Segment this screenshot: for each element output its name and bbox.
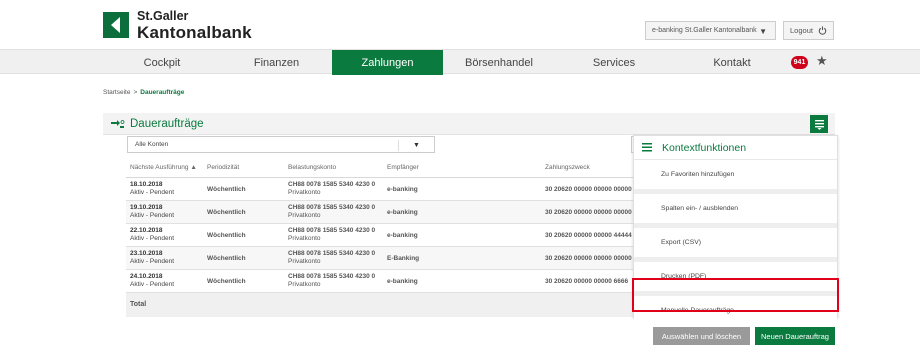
row-date-cell: 24.10.2018 Aktiv - Pendent <box>130 273 174 289</box>
account-type: Privatkonto <box>288 258 321 266</box>
account-number: CH88 0078 1585 5340 4230 0 <box>288 204 376 211</box>
page-title: Daueraufträge <box>130 118 204 130</box>
periodicity-cell: Wöchentlich <box>207 186 246 193</box>
logo-mark-icon <box>103 12 129 39</box>
row-date-cell: 23.10.2018 Aktiv - Pendent <box>130 250 174 266</box>
account-type: Privatkonto <box>288 281 321 289</box>
breadcrumb-home[interactable]: Startseite <box>103 89 130 96</box>
nav-item-boersenhandel[interactable]: Börsenhandel <box>443 50 555 75</box>
hamburger-icon <box>642 143 652 152</box>
status-text: Aktiv - Pendent <box>130 258 175 266</box>
context-menu-title: Kontextfunktionen <box>662 141 747 154</box>
account-number: CH88 0078 1585 5340 4230 0 <box>288 273 376 280</box>
menu-item-manual-standing-orders[interactable]: Manuelle Daueraufträge <box>634 296 837 325</box>
recipient-cell: e-banking <box>387 232 418 239</box>
column-header-periodicity[interactable]: Periodizität <box>207 164 239 171</box>
bank-logo[interactable]: St.Galler Kantonalbank <box>103 10 252 41</box>
row-date-cell: 22.10.2018 Aktiv - Pendent <box>130 227 174 243</box>
account-type: Privatkonto <box>288 189 321 197</box>
messages-badge[interactable]: 941 <box>791 56 808 69</box>
periodicity-cell: Wöchentlich <box>207 209 246 216</box>
breadcrumb-current: Daueraufträge <box>140 89 185 96</box>
main-nav: Cockpit Finanzen Zahlungen Börsenhandel … <box>0 49 920 75</box>
row-date-cell: 18.10.2018 Aktiv - Pendent <box>130 181 174 197</box>
recipient-cell: E-Banking <box>387 255 420 262</box>
ebanking-select[interactable]: e-banking St.Galler Kantonalbank ▼ <box>645 21 776 40</box>
purpose-cell: 30 20620 00000 00000 00000 <box>545 209 632 216</box>
status-text: Aktiv - Pendent <box>130 235 175 243</box>
execution-date: 23.10.2018 <box>130 250 163 257</box>
account-type: Privatkonto <box>288 212 321 220</box>
nav-item-services[interactable]: Services <box>555 50 673 75</box>
column-header-recipient[interactable]: Empfänger <box>387 164 419 171</box>
breadcrumb-separator: > <box>133 89 138 96</box>
ebanking-select-value: e-banking St.Galler Kantonalbank <box>652 27 757 34</box>
status-text: Aktiv - Pendent <box>130 189 175 197</box>
account-filter-select[interactable]: Alle Konten ▼ <box>127 136 435 153</box>
power-icon <box>818 26 827 35</box>
context-menu-header: Kontextfunktionen <box>634 136 837 160</box>
execution-date: 19.10.2018 <box>130 204 163 211</box>
chevron-down-icon: ▼ <box>759 27 767 36</box>
purpose-cell: 30 20620 00000 00000 44444 <box>545 232 632 239</box>
star-icon[interactable]: ★ <box>816 53 828 69</box>
logo-line-1: St.Galler <box>137 9 189 23</box>
periodicity-cell: Wöchentlich <box>207 255 246 262</box>
execution-date: 22.10.2018 <box>130 227 163 234</box>
logo-text: St.Galler Kantonalbank <box>137 10 252 41</box>
logo-line-2: Kantonalbank <box>137 22 252 42</box>
menu-item-export-csv[interactable]: Export (CSV) <box>634 228 837 257</box>
standing-order-icon <box>111 120 125 128</box>
account-cell: CH88 0078 1585 5340 4230 0 Privatkonto <box>288 273 375 289</box>
total-label: Total <box>130 301 147 308</box>
menu-item-print-pdf[interactable]: Drucken (PDF) <box>634 262 837 291</box>
account-number: CH88 0078 1585 5340 4230 0 <box>288 227 376 234</box>
account-number: CH88 0078 1585 5340 4230 0 <box>288 250 376 257</box>
nav-item-cockpit[interactable]: Cockpit <box>103 50 221 75</box>
periodicity-cell: Wöchentlich <box>207 278 246 285</box>
menu-list-icon <box>814 119 824 130</box>
account-cell: CH88 0078 1585 5340 4230 0 Privatkonto <box>288 181 375 197</box>
context-menu-button[interactable] <box>810 115 828 133</box>
status-text: Aktiv - Pendent <box>130 281 175 289</box>
purpose-cell: 30 20620 00000 00000 00000 <box>545 255 632 262</box>
menu-item-toggle-columns[interactable]: Spalten ein- / ausblenden <box>634 194 837 223</box>
status-text: Aktiv - Pendent <box>130 212 175 220</box>
logout-button[interactable]: Logout <box>783 21 834 40</box>
column-header-next-execution[interactable]: Nächste Ausführung ▲ <box>130 164 197 171</box>
menu-item-add-favorite[interactable]: Zu Favoriten hinzufügen <box>634 160 837 189</box>
logout-label: Logout <box>790 26 813 35</box>
recipient-cell: e-banking <box>387 186 418 193</box>
chevron-down-icon: ▼ <box>398 140 434 151</box>
context-functions-menu: Kontextfunktionen Zu Favoriten hinzufüge… <box>633 135 838 325</box>
account-filter-value: Alle Konten <box>135 141 169 148</box>
column-header-purpose[interactable]: Zahlungszweck <box>545 164 590 171</box>
row-date-cell: 19.10.2018 Aktiv - Pendent <box>130 204 174 220</box>
account-cell: CH88 0078 1585 5340 4230 0 Privatkonto <box>288 250 375 266</box>
nav-item-zahlungen[interactable]: Zahlungen <box>332 50 443 75</box>
account-type: Privatkonto <box>288 235 321 243</box>
recipient-cell: e-banking <box>387 278 418 285</box>
execution-date: 24.10.2018 <box>130 273 163 280</box>
select-and-delete-button[interactable]: Auswählen und löschen <box>653 327 750 345</box>
header: St.Galler Kantonalbank e-banking St.Gall… <box>0 0 920 46</box>
column-header-debit-account[interactable]: Belastungskonto <box>288 164 336 171</box>
recipient-cell: e-banking <box>387 209 418 216</box>
purpose-cell: 30 20620 00000 00000 6666 <box>545 278 629 285</box>
purpose-cell: 30 20620 00000 00000 00000 <box>545 186 632 193</box>
nav-item-finanzen[interactable]: Finanzen <box>221 50 332 75</box>
account-cell: CH88 0078 1585 5340 4230 0 Privatkonto <box>288 227 375 243</box>
periodicity-cell: Wöchentlich <box>207 232 246 239</box>
account-cell: CH88 0078 1585 5340 4230 0 Privatkonto <box>288 204 375 220</box>
account-number: CH88 0078 1585 5340 4230 0 <box>288 181 376 188</box>
panel-header: Daueraufträge <box>103 113 835 135</box>
nav-item-kontakt[interactable]: Kontakt <box>673 50 791 75</box>
execution-date: 18.10.2018 <box>130 181 163 188</box>
breadcrumb: Startseite > Daueraufträge <box>103 89 184 96</box>
new-standing-order-button[interactable]: Neuen Dauerauftrag <box>755 327 835 345</box>
